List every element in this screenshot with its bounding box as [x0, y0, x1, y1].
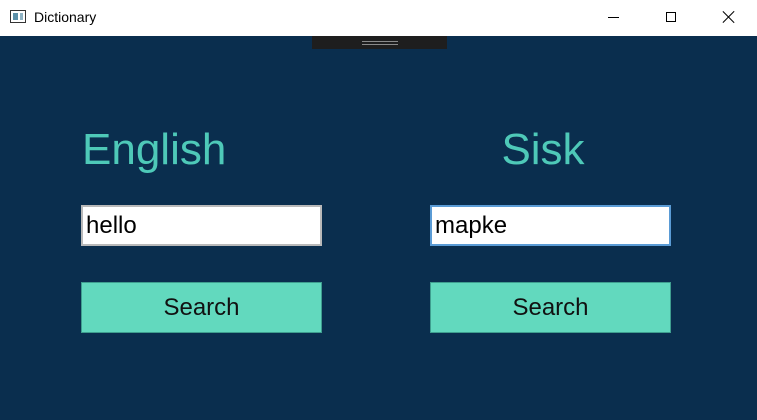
app-window-icon [10, 10, 26, 23]
sisk-search-button[interactable]: Search [430, 282, 671, 333]
minimize-icon [607, 16, 619, 18]
english-search-input[interactable] [81, 205, 322, 246]
grip-line [362, 41, 398, 42]
drag-handle[interactable] [312, 36, 447, 49]
sisk-heading: Sisk [501, 125, 585, 174]
close-icon [722, 10, 736, 24]
english-heading: English [82, 125, 227, 174]
grip-line [362, 44, 398, 45]
english-search-button[interactable]: Search [81, 282, 322, 333]
maximize-button[interactable] [642, 0, 700, 34]
sisk-search-input[interactable] [430, 205, 671, 246]
close-button[interactable] [700, 0, 757, 34]
minimize-button[interactable] [584, 0, 642, 34]
dictionary-window: Dictionary English Sisk Search Search [0, 0, 757, 420]
window-title: Dictionary [34, 9, 97, 25]
title-bar[interactable]: Dictionary [0, 0, 757, 36]
maximize-icon [666, 12, 676, 22]
